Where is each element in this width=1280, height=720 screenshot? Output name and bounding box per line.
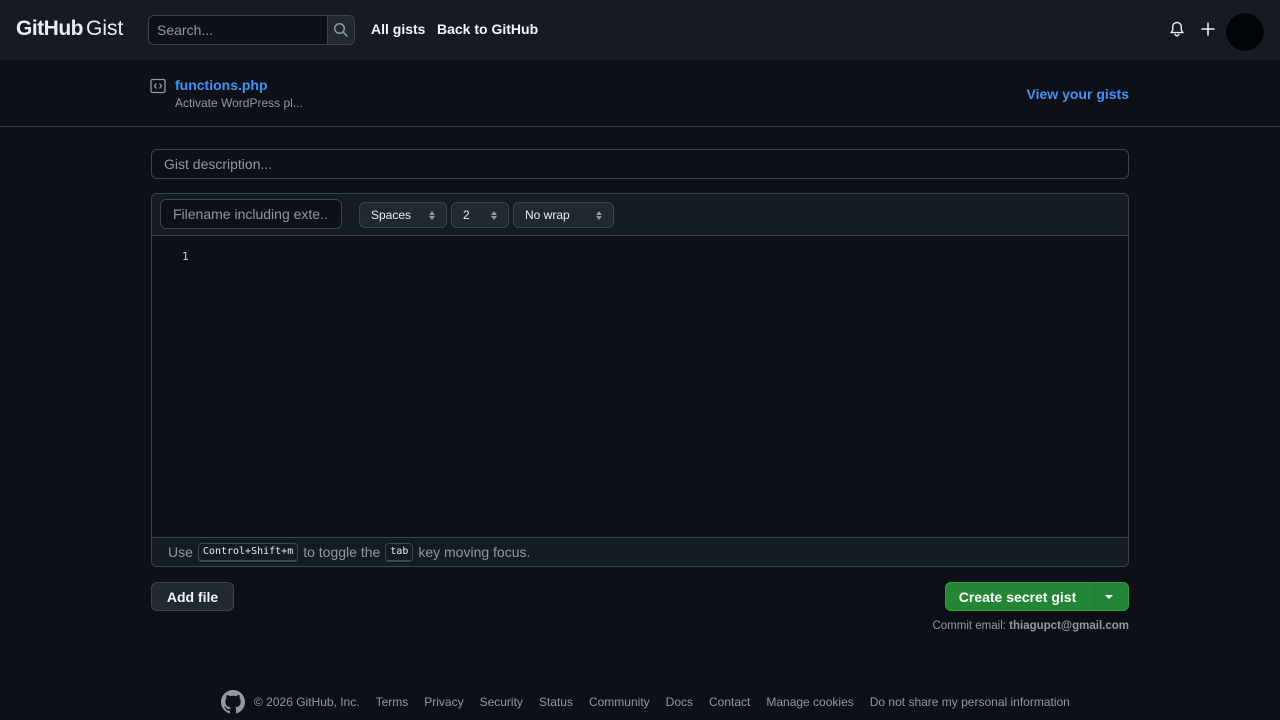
wrap-mode-select[interactable]: No wrap xyxy=(513,202,614,228)
create-gist-button-group: Create secret gist xyxy=(945,582,1129,611)
select-arrows-icon xyxy=(491,210,497,220)
select-arrows-icon xyxy=(596,210,602,220)
footer-link-manage-cookies[interactable]: Manage cookies xyxy=(766,695,853,709)
github-gist-logo[interactable]: GitHub Gist xyxy=(16,17,123,41)
button-divider xyxy=(1089,583,1090,610)
footer-link-terms[interactable]: Terms xyxy=(376,695,409,709)
indent-mode-value: Spaces xyxy=(371,208,412,222)
top-header: GitHub Gist All gists Back to GitHub xyxy=(0,0,1280,60)
logo-secondary: Gist xyxy=(85,17,124,40)
footer-link-privacy[interactable]: Privacy xyxy=(424,695,463,709)
shortcut-kbd: Control+Shift+m xyxy=(197,542,299,562)
filename-input[interactable] xyxy=(160,199,342,229)
code-editor-area[interactable]: 1 xyxy=(152,236,1128,537)
commit-email-label: Commit email: xyxy=(932,620,1006,632)
indent-size-value: 2 xyxy=(463,208,470,222)
nav-all-gists[interactable]: All gists xyxy=(371,21,425,37)
notifications-button[interactable] xyxy=(1168,20,1186,38)
add-file-button[interactable]: Add file xyxy=(151,582,234,611)
search-icon xyxy=(333,22,348,37)
editor-hint: Use Control+Shift+m to toggle the tab ke… xyxy=(152,537,1128,566)
nav-back-to-github[interactable]: Back to GitHub xyxy=(437,21,538,37)
logo-primary: GitHub xyxy=(16,17,83,40)
commit-email-value: thiagupct@gmail.com xyxy=(1009,620,1129,632)
gist-description-input[interactable] xyxy=(151,149,1129,179)
indent-mode-select[interactable]: Spaces xyxy=(359,202,447,228)
footer-link-security[interactable]: Security xyxy=(480,695,523,709)
caret-down-icon xyxy=(1105,594,1113,599)
gist-file-link[interactable]: functions.php xyxy=(175,77,268,93)
search-button[interactable] xyxy=(327,15,355,45)
indent-size-select[interactable]: 2 xyxy=(451,202,509,228)
editor-toolbar: Spaces 2 No wrap xyxy=(152,194,1128,236)
create-secret-gist-button[interactable]: Create secret gist xyxy=(946,583,1089,610)
footer-link-do-not-share[interactable]: Do not share my personal information xyxy=(870,695,1070,709)
hint-middle: to toggle the xyxy=(303,544,381,560)
footer-copyright: © 2026 GitHub, Inc. xyxy=(254,695,360,709)
user-avatar[interactable] xyxy=(1225,12,1265,52)
footer-link-status[interactable]: Status xyxy=(539,695,573,709)
footer-link-community[interactable]: Community xyxy=(589,695,650,709)
wrap-mode-value: No wrap xyxy=(525,208,570,222)
create-new-button[interactable] xyxy=(1199,20,1217,38)
tab-kbd: tab xyxy=(385,542,414,562)
hint-suffix: key moving focus. xyxy=(418,544,531,560)
commit-email-info: Commit email: thiagupct@gmail.com xyxy=(932,620,1129,632)
code-file-icon xyxy=(150,78,166,94)
github-mark-icon[interactable] xyxy=(221,690,245,714)
file-editor: Spaces 2 No wrap 1 Use Control+Shift+m t… xyxy=(151,193,1129,567)
view-your-gists-link[interactable]: View your gists xyxy=(1027,86,1129,102)
footer-link-docs[interactable]: Docs xyxy=(666,695,693,709)
gist-file-description: Activate WordPress pl... xyxy=(175,96,303,110)
footer-link-contact[interactable]: Contact xyxy=(709,695,750,709)
search-input[interactable] xyxy=(148,15,327,45)
select-arrows-icon xyxy=(429,210,435,220)
create-options-dropdown[interactable] xyxy=(1090,583,1128,610)
search-bar xyxy=(148,15,355,45)
plus-icon xyxy=(1201,22,1215,36)
hint-prefix: Use xyxy=(168,544,193,560)
bell-icon xyxy=(1170,21,1184,37)
page-footer: © 2026 GitHub, Inc. Terms Privacy Securi… xyxy=(221,690,1086,714)
line-number: 1 xyxy=(182,250,189,263)
